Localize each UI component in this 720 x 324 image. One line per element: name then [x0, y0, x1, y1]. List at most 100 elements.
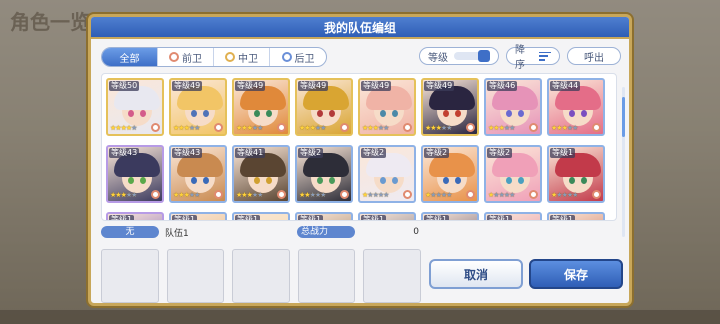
- character-level: 等级44: [550, 81, 581, 91]
- team-slots: [101, 249, 421, 303]
- character-eye: [317, 110, 323, 117]
- star-rating: ★★★★★: [551, 191, 578, 199]
- character-card[interactable]: 等级1★★★★★: [547, 212, 605, 221]
- character-eye: [203, 177, 209, 184]
- star-rating: ★★★★★: [299, 191, 326, 199]
- star-rating: ★★★★★: [425, 191, 452, 199]
- role-icon: [403, 123, 412, 132]
- character-eye: [392, 177, 398, 184]
- character-card[interactable]: 等级41 ★★★★★: [232, 145, 290, 203]
- character-eye: [581, 177, 587, 184]
- character-hair: [492, 220, 538, 221]
- character-card[interactable]: 等级49 ★★★★★: [358, 78, 416, 136]
- level-toggle-knob: [478, 50, 490, 62]
- character-level: 等级1: [424, 215, 450, 220]
- sort-label: 降序: [515, 45, 525, 71]
- character-eye: [443, 177, 449, 184]
- character-card[interactable]: 等级49 ★★★★★: [169, 78, 227, 136]
- character-eye: [455, 177, 461, 184]
- team-info-bar: 无 队伍1 总战力 0: [101, 225, 421, 239]
- character-eye: [506, 177, 512, 184]
- star-rating: ★★★★★: [488, 124, 515, 132]
- level-filter-toggle[interactable]: 等级: [419, 47, 499, 65]
- call-out-button[interactable]: 呼出: [567, 47, 621, 65]
- tab-middle[interactable]: 中卫: [214, 48, 270, 66]
- team-slot[interactable]: [297, 249, 356, 303]
- star-rating: ★★★★★: [236, 124, 263, 132]
- character-level: 等级2: [487, 148, 513, 158]
- character-level: 等级43: [172, 148, 203, 158]
- role-icon: [340, 123, 349, 132]
- tab-label: 中卫: [238, 53, 258, 65]
- character-card[interactable]: 等级50 ★★★★★: [106, 78, 164, 136]
- character-hair: [240, 220, 286, 221]
- character-eye: [128, 177, 134, 184]
- character-level: 等级1: [487, 215, 513, 220]
- star-rating: ★★★★★: [173, 124, 200, 132]
- character-level: 等级1: [550, 148, 576, 158]
- character-card[interactable]: 等级46 ★★★★★: [484, 78, 542, 136]
- character-card[interactable]: 等级2 ★★★★★: [295, 145, 353, 203]
- character-card[interactable]: 等级49 ★★★★★: [295, 78, 353, 136]
- tab-label: 全部: [119, 53, 140, 65]
- character-eye: [392, 110, 398, 117]
- team-slot[interactable]: [101, 249, 159, 303]
- character-card[interactable]: 等级1★★★★★: [106, 212, 164, 220]
- star-rating: ★★★★★: [362, 191, 389, 199]
- star-rating: ★★★★★: [299, 124, 326, 132]
- grid-scrollbar[interactable]: [622, 87, 625, 237]
- character-card[interactable]: 等级1★★★★★: [421, 212, 479, 220]
- character-eye: [506, 110, 512, 117]
- character-card[interactable]: 等级1★★★★★: [169, 212, 227, 220]
- character-hair: [555, 220, 601, 221]
- character-eye: [569, 110, 575, 117]
- character-card[interactable]: 等级1★★★★★: [358, 212, 416, 220]
- sort-order-button[interactable]: 降序: [506, 45, 560, 71]
- character-eye: [581, 110, 587, 117]
- character-level: 等级50: [109, 81, 140, 91]
- character-level: 等级1: [235, 215, 261, 220]
- tab-front[interactable]: 前卫: [158, 48, 214, 66]
- character-eye: [455, 110, 461, 117]
- character-card[interactable]: 等级2 ★★★★★: [421, 145, 479, 203]
- star-rating: ★★★★★: [110, 191, 137, 199]
- total-power-value: 0: [413, 227, 419, 237]
- team-slot[interactable]: [166, 249, 225, 303]
- star-rating: ★★★★★: [488, 191, 515, 199]
- character-level: 等级1: [109, 215, 135, 220]
- character-card[interactable]: 等级2 ★★★★★: [358, 145, 416, 203]
- character-eye: [518, 177, 524, 184]
- character-card[interactable]: 等级1★★★★★: [295, 212, 353, 220]
- star-rating: ★★★★★: [110, 124, 137, 132]
- character-eye: [128, 110, 134, 117]
- tab-back[interactable]: 后卫: [270, 48, 326, 66]
- front-role-icon: [169, 52, 179, 62]
- cancel-button[interactable]: 取消: [429, 259, 523, 289]
- team-slot[interactable]: [363, 249, 421, 303]
- tab-all[interactable]: 全部: [102, 48, 158, 66]
- role-icon: [340, 190, 349, 199]
- scroll-thumb[interactable]: [622, 97, 625, 137]
- character-card[interactable]: 等级1★★★★★: [232, 212, 290, 221]
- character-card[interactable]: 等级1 ★★★★★: [547, 145, 605, 203]
- save-button[interactable]: 保存: [529, 259, 623, 289]
- team-edit-dialog: 我的队伍编组 全部 前卫 中卫 后卫 等级 降序 呼出 等级50 ★★★★★ 等级4…: [88, 14, 632, 306]
- character-card[interactable]: 等级49 ★★★★★: [421, 78, 479, 136]
- character-level: 等级49: [424, 81, 455, 91]
- character-card[interactable]: 等级1★★★★★: [484, 212, 542, 221]
- character-eye: [329, 177, 335, 184]
- character-card[interactable]: 等级43 ★★★★★: [106, 145, 164, 203]
- character-card[interactable]: 等级49 ★★★★★: [232, 78, 290, 136]
- character-card[interactable]: 等级43 ★★★★★: [169, 145, 227, 203]
- character-card[interactable]: 等级2 ★★★★★: [484, 145, 542, 203]
- role-icon: [403, 190, 412, 199]
- role-icon: [592, 123, 601, 132]
- middle-role-icon: [225, 52, 235, 62]
- dialog-title: 我的队伍编组: [91, 17, 629, 39]
- team-slot[interactable]: [232, 249, 290, 303]
- character-eye: [254, 110, 260, 117]
- team-name[interactable]: 队伍1: [165, 226, 285, 239]
- character-card[interactable]: 等级44 ★★★★★: [547, 78, 605, 136]
- character-eye: [443, 110, 449, 117]
- character-eye: [569, 177, 575, 184]
